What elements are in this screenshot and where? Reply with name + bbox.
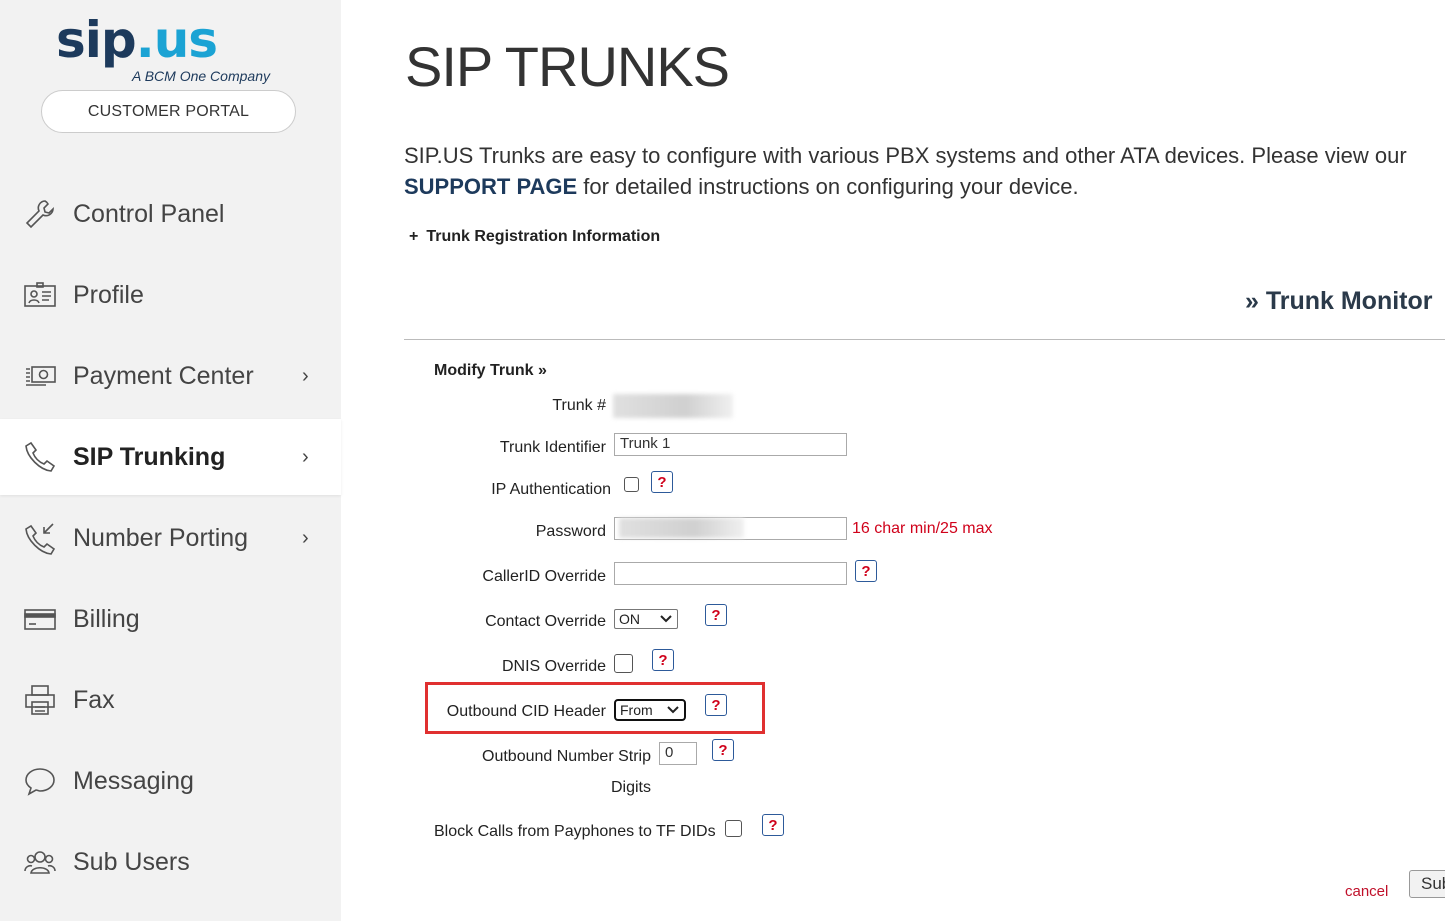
chevron-right-icon: › <box>302 526 309 549</box>
intro-text: SIP.US Trunks are easy to configure with… <box>404 143 1407 199</box>
logo-wordmark: sip.us <box>56 11 218 69</box>
dnis-override-label: DNIS Override <box>501 658 606 675</box>
callerid-override-input[interactable] <box>614 562 847 585</box>
sipus-logo[interactable]: sip.us A BCM One Company <box>56 10 296 90</box>
chevron-right-icon: › <box>302 445 309 468</box>
sidebar-item-label: Control Panel <box>73 199 225 228</box>
submit-button[interactable]: Submit <box>1409 870 1445 898</box>
sidebar-item-payment-center[interactable]: Payment Center › <box>0 338 341 414</box>
sidebar-item-label: SIP Trunking <box>73 442 226 471</box>
password-input[interactable] <box>614 517 847 540</box>
help-icon[interactable]: ? <box>705 694 727 716</box>
trunk-identifier-input[interactable]: Trunk 1 <box>614 433 847 456</box>
password-label: Password <box>535 523 606 540</box>
trunk-monitor-link[interactable]: » Trunk Monitor <box>1245 287 1433 316</box>
logo-tagline: A BCM One Company <box>132 68 270 84</box>
support-page-link[interactable]: SUPPORT PAGE <box>404 174 577 199</box>
block-payphones-checkbox[interactable] <box>725 820 742 837</box>
outbound-strip-label: Outbound Number Strip <box>482 748 651 765</box>
help-icon[interactable]: ? <box>651 471 673 493</box>
chat-bubble-icon <box>23 764 57 798</box>
money-icon <box>23 359 57 393</box>
sidebar-item-messaging[interactable]: Messaging <box>0 743 341 819</box>
sidebar-item-label: Payment Center <box>73 361 254 390</box>
password-redacted <box>619 518 744 538</box>
outbound-cid-header-label: Outbound CID Header <box>446 703 606 720</box>
sidebar-item-profile[interactable]: Profile <box>0 257 341 333</box>
sidebar-item-label: Fax <box>73 685 115 714</box>
contact-override-label: Contact Override <box>485 613 606 630</box>
sidebar-item-number-porting[interactable]: Number Porting › <box>0 500 341 576</box>
sidebar-item-control-panel[interactable]: Control Panel <box>0 176 341 252</box>
outbound-strip-label-2: Digits <box>610 779 651 796</box>
help-icon[interactable]: ? <box>712 739 734 761</box>
trunk-registration-toggle[interactable]: + Trunk Registration Information <box>409 228 660 246</box>
ip-auth-label: IP Authentication <box>491 481 611 498</box>
sidebar: sip.us A BCM One Company CUSTOMER PORTAL… <box>0 0 341 921</box>
trunk-number-label: Trunk # <box>552 397 606 414</box>
users-icon <box>23 845 57 879</box>
contact-override-select[interactable]: ON <box>614 609 678 629</box>
sidebar-item-label: Sub Users <box>73 847 190 876</box>
outbound-strip-input[interactable]: 0 <box>659 742 697 765</box>
ip-auth-checkbox[interactable] <box>624 477 639 492</box>
main-content: SIP TRUNKS SIP.US Trunks are easy to con… <box>341 0 1445 921</box>
sidebar-item-label: Billing <box>73 604 140 633</box>
chevron-down-icon <box>667 706 679 714</box>
wrench-icon <box>23 197 57 231</box>
divider <box>404 339 1445 340</box>
sidebar-item-label: Messaging <box>73 766 194 795</box>
sidebar-item-sub-users[interactable]: Sub Users <box>0 824 341 900</box>
phone-incoming-icon <box>23 521 57 555</box>
id-card-icon <box>23 278 57 312</box>
credit-card-icon <box>23 602 57 636</box>
sidebar-item-label: Profile <box>73 280 144 309</box>
callerid-override-label: CallerID Override <box>482 568 606 585</box>
sidebar-item-label: Number Porting <box>73 523 249 552</box>
customer-portal-button[interactable]: CUSTOMER PORTAL <box>41 90 296 133</box>
page-title: SIP TRUNKS <box>405 35 730 98</box>
trunk-number-redacted <box>613 394 733 418</box>
plus-icon: + <box>409 228 419 245</box>
outbound-cid-header-select[interactable]: From <box>614 699 686 721</box>
help-icon[interactable]: ? <box>762 814 784 836</box>
help-icon[interactable]: ? <box>855 560 877 582</box>
help-icon[interactable]: ? <box>652 649 674 671</box>
printer-icon <box>23 683 57 717</box>
password-hint: 16 char min/25 max <box>852 520 993 537</box>
phone-icon <box>23 440 57 474</box>
sidebar-item-sip-trunking[interactable]: SIP Trunking › <box>0 419 341 495</box>
cancel-link[interactable]: cancel <box>1345 883 1388 900</box>
help-icon[interactable]: ? <box>705 604 727 626</box>
chevron-down-icon <box>660 615 672 623</box>
sidebar-item-fax[interactable]: Fax <box>0 662 341 738</box>
sidebar-item-billing[interactable]: Billing <box>0 581 341 657</box>
dnis-override-checkbox[interactable] <box>614 654 633 673</box>
chevron-right-icon: › <box>302 364 309 387</box>
block-payphones-label: Block Calls from Payphones to TF DIDs <box>434 823 716 840</box>
modify-trunk-heading: Modify Trunk » <box>434 362 547 379</box>
trunk-identifier-label: Trunk Identifier <box>499 439 606 456</box>
